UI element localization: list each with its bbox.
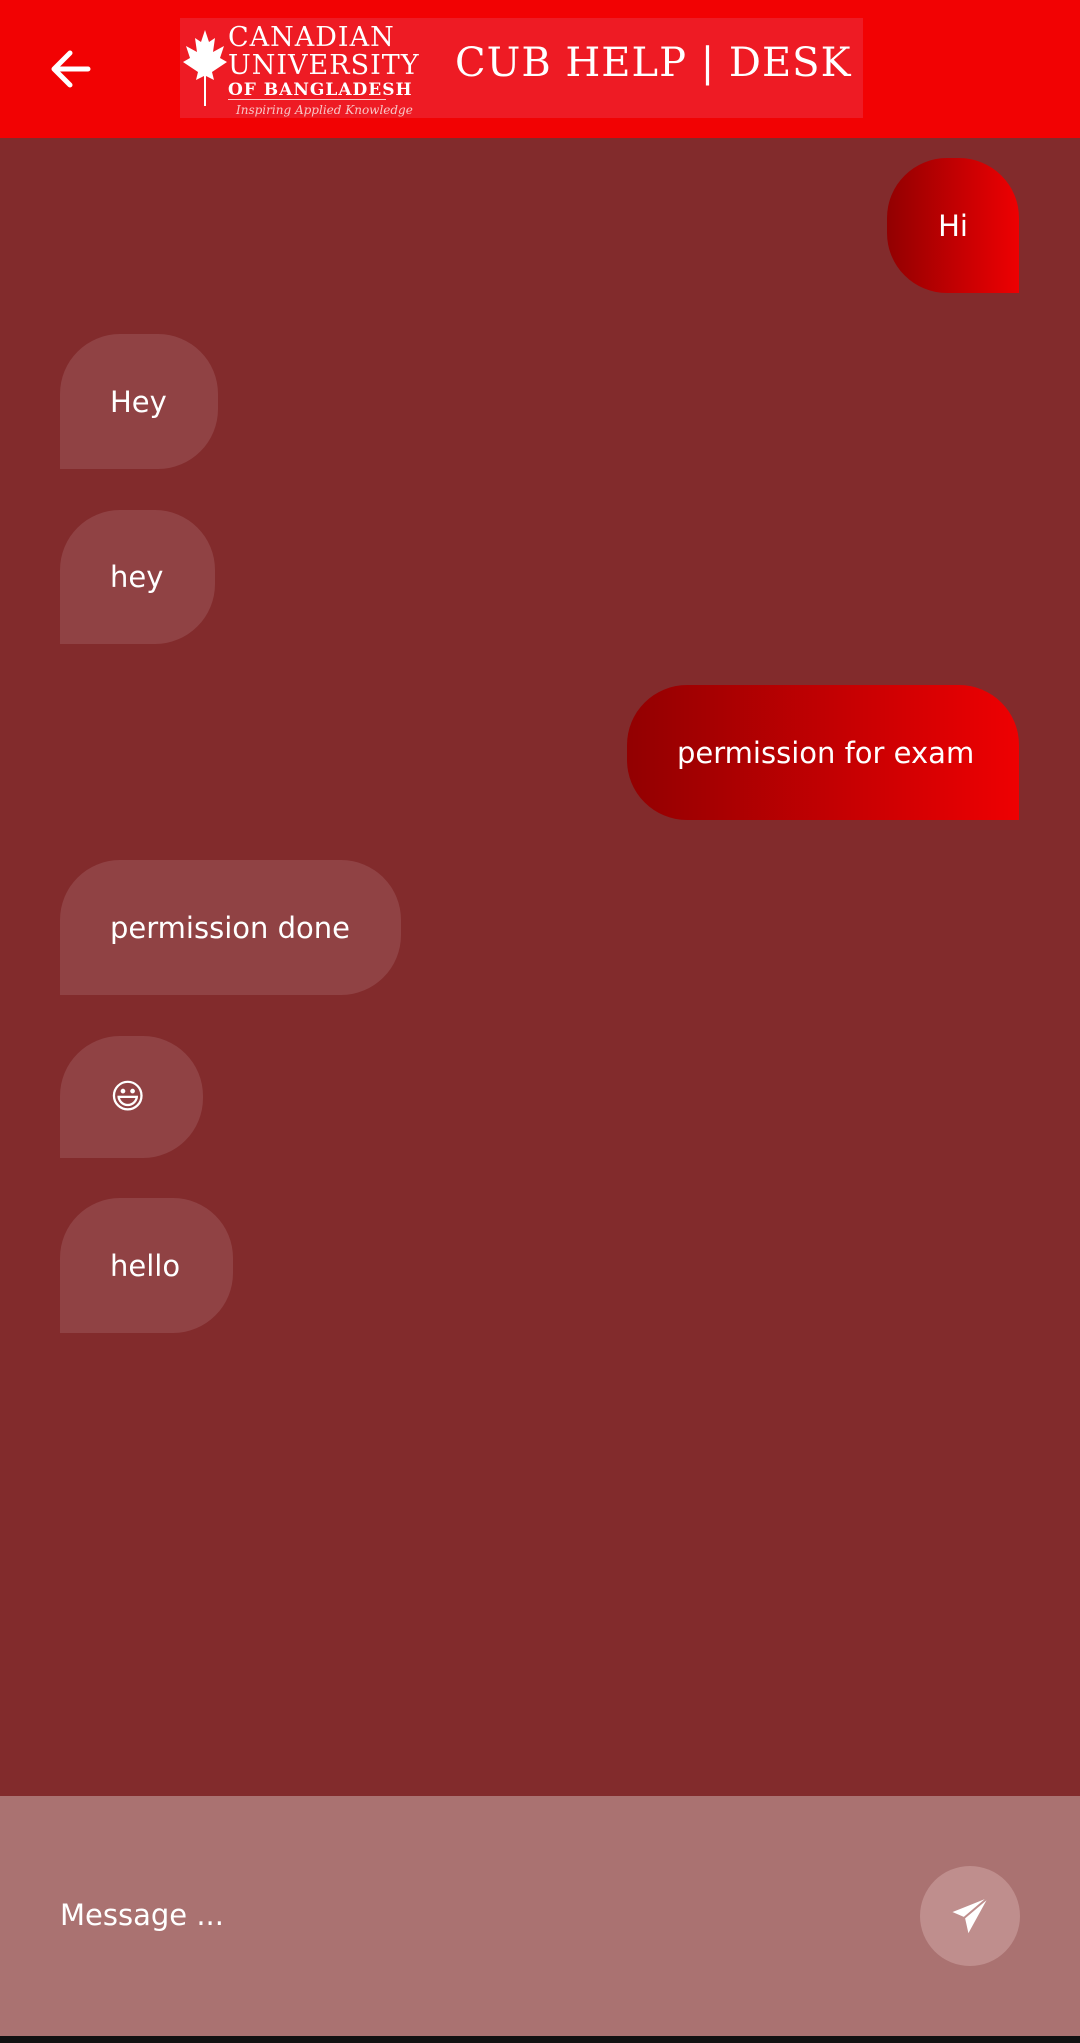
message-text: permission done — [110, 910, 350, 945]
message-text: Hi — [938, 208, 968, 243]
message-received: Hey — [60, 334, 218, 469]
message-received: permission done — [60, 860, 401, 995]
page-title: CUB HELP | DESK — [455, 40, 852, 86]
back-button[interactable] — [40, 34, 100, 104]
message-sent: permission for exam — [627, 685, 1019, 820]
logo-divider — [228, 99, 386, 100]
logo-line-3: OF BANGLADESH — [228, 80, 413, 100]
message-sent: Hi — [887, 158, 1019, 293]
message-input[interactable] — [60, 1875, 860, 1955]
message-received: hello — [60, 1198, 233, 1333]
university-logo: CANADIAN UNIVERSITY OF BANGLADESH Inspir… — [182, 20, 419, 116]
send-button[interactable] — [920, 1866, 1020, 1966]
message-received: hey — [60, 510, 215, 644]
paper-plane-icon — [949, 1895, 991, 1937]
logo-line-1: CANADIAN — [228, 22, 395, 53]
message-received: 😃 — [60, 1036, 203, 1158]
message-text: hey — [110, 560, 164, 594]
maple-leaf-icon — [183, 30, 227, 106]
message-text: hello — [110, 1248, 181, 1283]
header-banner: CANADIAN UNIVERSITY OF BANGLADESH Inspir… — [180, 18, 863, 118]
message-text: Hey — [110, 384, 167, 419]
arrow-left-icon — [51, 50, 91, 88]
app-bar: CANADIAN UNIVERSITY OF BANGLADESH Inspir… — [0, 0, 1080, 138]
message-text: permission for exam — [677, 735, 975, 770]
logo-line-2: UNIVERSITY — [228, 50, 420, 81]
emoji-message: 😃 — [110, 1077, 146, 1117]
system-nav-strip — [0, 2036, 1080, 2043]
logo-tagline: Inspiring Applied Knowledge — [236, 103, 413, 117]
